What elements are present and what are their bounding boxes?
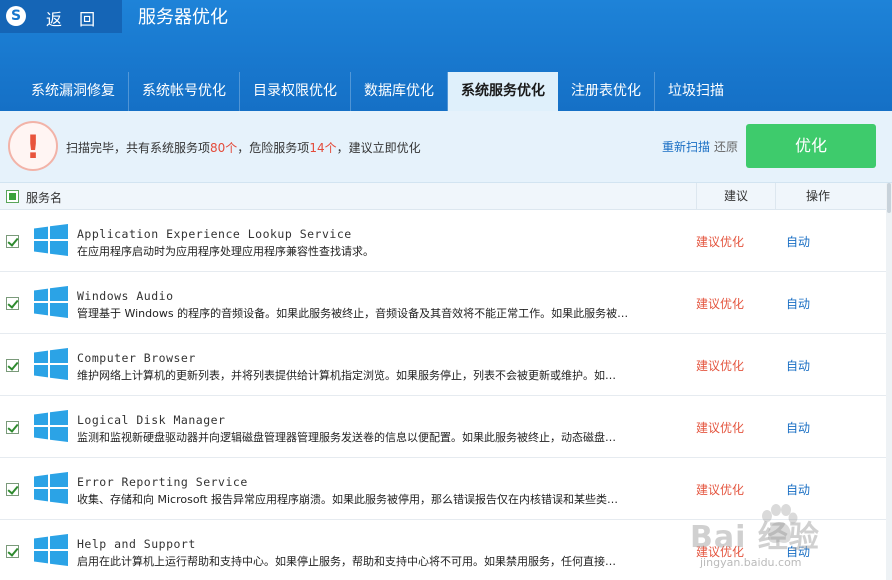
table-row[interactable]: Application Experience Lookup Service 在应用… [0, 210, 886, 272]
windows-logo-icon [34, 286, 68, 318]
table-row[interactable]: Windows Audio 管理基于 Windows 的程序的音频设备。如果此服务… [0, 272, 886, 334]
tab-bar: 系统漏洞修复 系统帐号优化 目录权限优化 数据库优化 系统服务优化 注册表优化 垃圾扫描 [18, 72, 737, 111]
row-checkbox[interactable] [6, 235, 19, 248]
service-name: Logical Disk Manager [77, 413, 226, 427]
column-header-name: 服务名 [26, 191, 63, 205]
table-header: 服务名 建议 操作 [0, 183, 892, 210]
row-checkbox[interactable] [6, 483, 19, 496]
service-list: Application Experience Lookup Service 在应用… [0, 210, 886, 580]
service-description: 收集、存储和向 Microsoft 报告异常应用程序崩溃。如果此服务被停用，那么… [77, 493, 619, 506]
startup-type-link[interactable]: 自动 [786, 357, 810, 374]
header-left-block: S 返 回 [0, 0, 122, 33]
total-count: 80个 [210, 141, 238, 155]
service-description: 管理基于 Windows 的程序的音频设备。如果此服务被终止，音频设备及其音效将… [77, 307, 629, 320]
windows-logo-icon [34, 534, 68, 566]
service-name: Computer Browser [77, 351, 196, 365]
summary-middle: ，危险服务项 [237, 141, 310, 155]
service-name: Error Reporting Service [77, 475, 248, 489]
advice-label: 建议优化 [696, 483, 745, 497]
row-checkbox[interactable] [6, 421, 19, 434]
column-header-advice: 建议 [696, 183, 776, 210]
select-all-checkbox[interactable] [6, 190, 19, 203]
summary-suffix: ，建议立即优化 [336, 141, 421, 155]
restore-link[interactable]: 还原 [714, 138, 738, 155]
app-header: S 返 回 服务器优化 系统漏洞修复 系统帐号优化 目录权限优化 数据库优化 系统服务优… [0, 0, 892, 111]
row-checkbox[interactable] [6, 545, 19, 558]
advice-label: 建议优化 [696, 297, 745, 311]
tab-3[interactable]: 数据库优化 [351, 72, 448, 111]
danger-count: 14个 [309, 141, 337, 155]
table-row[interactable]: Computer Browser 维护网络上计算机的更新列表，并将列表提供给计算机… [0, 334, 886, 396]
scan-status-bar: ! 扫描完毕，共有系统服务项80个，危险服务项14个，建议立即优化 重新扫描 还… [0, 111, 892, 183]
tab-2[interactable]: 目录权限优化 [240, 72, 351, 111]
scan-summary: 扫描完毕，共有系统服务项80个，危险服务项14个，建议立即优化 [66, 139, 421, 156]
advice-label: 建议优化 [696, 235, 745, 249]
service-name: Help and Support [77, 537, 196, 551]
windows-logo-icon [34, 472, 68, 504]
startup-type-link[interactable]: 自动 [786, 543, 810, 560]
exclamation-icon: ! [8, 121, 58, 171]
startup-type-link[interactable]: 自动 [786, 481, 810, 498]
startup-type-link[interactable]: 自动 [786, 295, 810, 312]
windows-logo-icon [34, 348, 68, 380]
optimize-button[interactable]: 优化 [746, 124, 876, 168]
table-row[interactable]: Help and Support 启用在此计算机上运行帮助和支持中心。如果停止服务… [0, 520, 886, 580]
service-name: Application Experience Lookup Service [77, 227, 352, 241]
startup-type-link[interactable]: 自动 [786, 419, 810, 436]
advice-label: 建议优化 [696, 421, 745, 435]
windows-logo-icon [34, 224, 68, 256]
scrollbar[interactable] [886, 183, 892, 580]
tab-5[interactable]: 注册表优化 [558, 72, 655, 111]
app-logo-icon: S [6, 6, 26, 26]
back-button[interactable]: 返 回 [46, 6, 101, 30]
service-name: Windows Audio [77, 289, 174, 303]
tab-1[interactable]: 系统帐号优化 [129, 72, 240, 111]
column-header-op: 操作 [805, 189, 830, 203]
table-row[interactable]: Error Reporting Service 收集、存储和向 Microsoft… [0, 458, 886, 520]
row-checkbox[interactable] [6, 359, 19, 372]
tab-6[interactable]: 垃圾扫描 [655, 72, 737, 111]
table-row[interactable]: Logical Disk Manager 监测和监视新硬盘驱动器并向逻辑磁盘管理器… [0, 396, 886, 458]
tab-4[interactable]: 系统服务优化 [448, 72, 558, 111]
service-description: 在应用程序启动时为应用程序处理应用程序兼容性查找请求。 [77, 245, 374, 258]
startup-type-link[interactable]: 自动 [786, 233, 810, 250]
summary-prefix: 扫描完毕，共有系统服务项 [66, 141, 211, 155]
row-checkbox[interactable] [6, 297, 19, 310]
rescan-link[interactable]: 重新扫描 [662, 138, 710, 155]
advice-label: 建议优化 [696, 545, 745, 559]
service-description: 监测和监视新硬盘驱动器并向逻辑磁盘管理器管理服务发送卷的信息以便配置。如果此服务… [77, 431, 616, 444]
service-description: 启用在此计算机上运行帮助和支持中心。如果停止服务，帮助和支持中心将不可用。如果禁… [77, 555, 616, 568]
advice-label: 建议优化 [696, 359, 745, 373]
tab-0[interactable]: 系统漏洞修复 [18, 72, 129, 111]
scrollbar-thumb[interactable] [887, 183, 891, 213]
page-title: 服务器优化 [138, 7, 228, 28]
windows-logo-icon [34, 410, 68, 442]
service-description: 维护网络上计算机的更新列表，并将列表提供给计算机指定浏览。如果服务停止，列表不会… [77, 369, 616, 382]
